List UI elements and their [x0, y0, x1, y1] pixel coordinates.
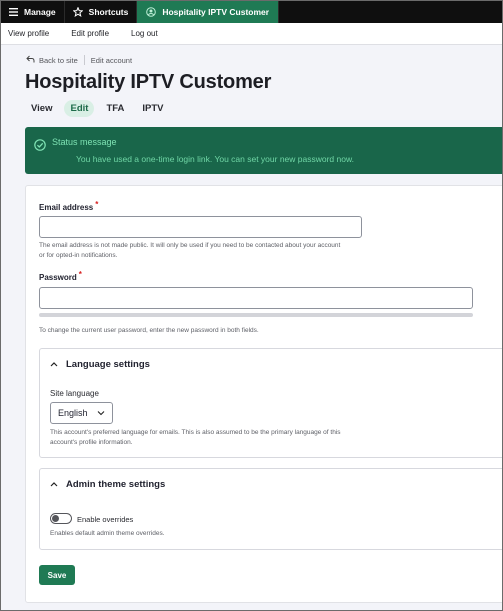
edit-profile-link[interactable]: Edit profile	[71, 29, 109, 38]
back-to-site-label: Back to site	[39, 55, 78, 65]
user-tray: View profile Edit profile Log out	[1, 23, 502, 45]
site-language-description: This account's preferred language for em…	[50, 428, 341, 448]
site-language-select[interactable]: English	[50, 402, 113, 424]
site-language-description-line2: account's profile information.	[50, 439, 133, 446]
toolbar-manage[interactable]: Manage	[1, 1, 65, 23]
account-form: Email address * The email address is not …	[25, 185, 502, 603]
chevron-up-icon	[50, 359, 58, 370]
tab-view[interactable]: View	[25, 100, 58, 117]
star-icon	[72, 7, 83, 17]
language-settings-panel: Language settings Site language English …	[39, 348, 502, 458]
page-title: Hospitality IPTV Customer	[25, 71, 272, 93]
back-arrow-icon	[26, 55, 35, 65]
site-language-value: English	[58, 408, 88, 418]
email-label: Email address *	[39, 200, 99, 212]
enable-overrides-toggle[interactable]	[50, 513, 72, 524]
toolbar-shortcuts-label: Shortcuts	[88, 7, 129, 17]
chevron-down-icon	[97, 408, 105, 418]
site-language-description-line1: This account's preferred language for em…	[50, 429, 341, 436]
enable-overrides-description: Enables default admin theme overrides.	[50, 530, 165, 537]
language-settings-title: Language settings	[66, 359, 150, 370]
toolbar-shortcuts[interactable]: Shortcuts	[65, 1, 138, 23]
email-field[interactable]	[39, 216, 362, 238]
password-label: Password *	[39, 270, 82, 282]
user-icon	[146, 7, 157, 17]
email-label-text: Email address	[39, 203, 94, 212]
enable-overrides-label: Enable overrides	[77, 515, 134, 524]
breadcrumb-current: Edit account	[90, 55, 133, 65]
status-title: Status message	[52, 137, 117, 147]
back-to-site-link[interactable]: Back to site	[26, 55, 78, 65]
save-button[interactable]: Save	[39, 565, 75, 585]
admin-theme-settings-panel: Admin theme settings Enable overrides En…	[39, 468, 502, 550]
breadcrumb: Back to site Edit account	[26, 55, 132, 65]
hamburger-icon	[9, 8, 18, 16]
log-out-link[interactable]: Log out	[131, 29, 158, 38]
email-description: The email address is not made public. It…	[39, 241, 340, 261]
page-header: Back to site Edit account Hospitality IP…	[1, 45, 502, 121]
admin-theme-settings-title: Admin theme settings	[66, 479, 166, 490]
admin-toolbar: Manage Shortcuts Hospitality IPTV Custom…	[1, 1, 502, 23]
check-circle-icon	[34, 138, 46, 156]
toolbar-user-tab[interactable]: Hospitality IPTV Customer	[137, 1, 280, 23]
language-settings-summary[interactable]: Language settings	[50, 359, 150, 370]
tab-edit[interactable]: Edit	[64, 100, 95, 117]
app-frame: Manage Shortcuts Hospitality IPTV Custom…	[0, 0, 503, 611]
breadcrumb-divider	[83, 55, 85, 65]
toolbar-manage-label: Manage	[24, 7, 56, 17]
password-description: To change the current user password, ent…	[39, 327, 259, 334]
admin-theme-settings-summary[interactable]: Admin theme settings	[50, 479, 165, 490]
tab-tfa[interactable]: TFA	[100, 100, 130, 117]
password-required-mark: *	[78, 270, 82, 279]
local-tabs: View Edit TFA IPTV	[25, 100, 170, 117]
email-description-line2: or for opted-in notifications.	[39, 252, 118, 259]
site-language-label: Site language	[50, 389, 99, 398]
view-profile-link[interactable]: View profile	[8, 29, 49, 38]
password-strength-bar	[39, 313, 473, 317]
status-text: You have used a one-time login link. You…	[76, 154, 355, 164]
status-message: Status message You have used a one-time …	[25, 127, 502, 174]
password-label-text: Password	[39, 273, 77, 282]
email-required-mark: *	[95, 200, 99, 209]
toggle-knob	[52, 515, 59, 522]
toolbar-user-label: Hospitality IPTV Customer	[162, 7, 270, 17]
password-field[interactable]	[39, 287, 473, 309]
chevron-up-icon	[50, 479, 58, 490]
tab-iptv[interactable]: IPTV	[136, 100, 169, 117]
email-description-line1: The email address is not made public. It…	[39, 242, 341, 249]
